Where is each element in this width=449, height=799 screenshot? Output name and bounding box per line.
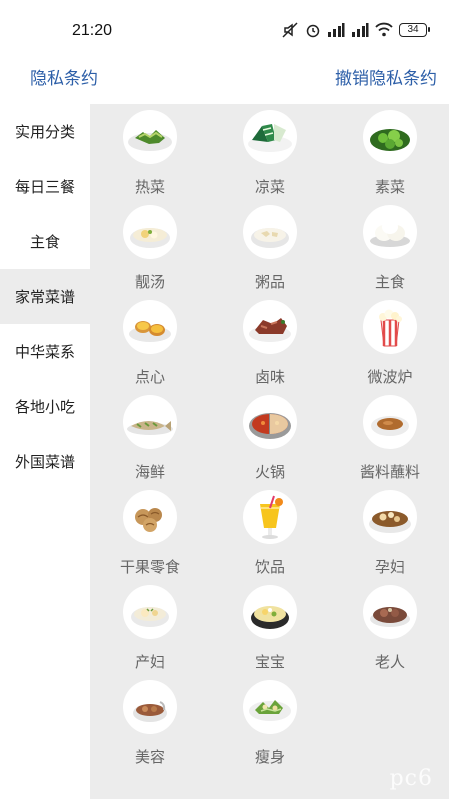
category-label: 粥品 <box>254 274 285 291</box>
category-label: 老人 <box>374 654 405 671</box>
category-item[interactable]: 点心 <box>90 300 210 395</box>
category-label: 靓汤 <box>134 274 165 291</box>
braised-meat-icon <box>243 300 297 354</box>
category-item[interactable]: 海鲜 <box>90 395 210 490</box>
category-label: 宝宝 <box>254 654 285 671</box>
sidebar-item-practical[interactable]: 实用分类 <box>0 104 90 159</box>
pregnancy-meal-icon <box>363 490 417 544</box>
stir-fry-dish-icon <box>123 110 177 164</box>
category-label: 海鲜 <box>134 464 165 481</box>
drink-icon <box>243 490 297 544</box>
top-bar: 隐私条约 撤销隐私条约 <box>0 58 449 104</box>
sidebar-item-foreign-recipes[interactable]: 外国菜谱 <box>0 434 90 489</box>
category-item[interactable]: 宝宝 <box>210 585 330 680</box>
category-item[interactable]: 主食 <box>330 205 449 300</box>
category-item[interactable]: 老人 <box>330 585 449 680</box>
vegetable-dish-icon <box>363 110 417 164</box>
popcorn-icon <box>363 300 417 354</box>
category-label: 点心 <box>134 369 165 386</box>
category-item[interactable]: 产妇 <box>90 585 210 680</box>
sidebar-item-label: 中华菜系 <box>14 344 75 361</box>
category-label: 美容 <box>134 749 165 766</box>
category-label: 产妇 <box>134 654 165 671</box>
egg-tart-icon <box>123 300 177 354</box>
sidebar-item-label: 各地小吃 <box>14 399 75 416</box>
category-label: 卤味 <box>254 369 285 386</box>
revoke-privacy-policy-link[interactable]: 撤销隐私条约 <box>335 64 437 89</box>
category-item[interactable]: 粥品 <box>210 205 330 300</box>
sidebar-item-label: 主食 <box>29 234 60 251</box>
category-label: 酱料蘸料 <box>359 464 420 481</box>
category-item[interactable]: 美容 <box>90 680 210 775</box>
category-item[interactable]: 靓汤 <box>90 205 210 300</box>
category-label: 饮品 <box>254 559 285 576</box>
category-grid-panel: 热菜 凉菜 素菜靓汤 粥品 主食点心 卤味 微波炉海鲜 火锅 酱料蘸料干果零食 饮品 孕妇产妇 宝宝 老… <box>90 104 449 799</box>
cold-dish-icon <box>243 110 297 164</box>
category-item[interactable]: 卤味 <box>210 300 330 395</box>
mute-icon <box>281 21 299 39</box>
category-item[interactable]: 干果零食 <box>90 490 210 585</box>
sidebar-item-staple[interactable]: 主食 <box>0 214 90 269</box>
sidebar-item-label: 每日三餐 <box>14 179 75 196</box>
signal-icon-2 <box>351 22 369 38</box>
sidebar-item-chinese-cuisine[interactable]: 中华菜系 <box>0 324 90 379</box>
sidebar-item-label: 实用分类 <box>14 124 75 141</box>
baby-food-icon <box>243 585 297 639</box>
signal-icon-1 <box>327 22 345 38</box>
category-item[interactable]: 凉菜 <box>210 110 330 205</box>
category-item[interactable]: 热菜 <box>90 110 210 205</box>
category-label: 孕妇 <box>374 559 405 576</box>
category-label: 火锅 <box>254 464 285 481</box>
category-label: 主食 <box>374 274 405 291</box>
sidebar-item-label: 外国菜谱 <box>14 454 75 471</box>
category-label: 热菜 <box>134 179 165 196</box>
category-item[interactable]: 微波炉 <box>330 300 449 395</box>
category-label: 瘦身 <box>254 749 285 766</box>
elderly-meal-icon <box>363 585 417 639</box>
watermark: pc6 <box>389 766 433 791</box>
status-icons: 34 <box>281 20 430 40</box>
sauce-icon <box>363 395 417 449</box>
category-item[interactable]: 饮品 <box>210 490 330 585</box>
sidebar-item-daily-meals[interactable]: 每日三餐 <box>0 159 90 214</box>
battery-icon: 34 <box>399 23 430 37</box>
category-item[interactable]: 孕妇 <box>330 490 449 585</box>
hotpot-icon <box>243 395 297 449</box>
category-label: 微波炉 <box>367 369 413 386</box>
category-label: 素菜 <box>374 179 405 196</box>
slimming-salad-icon <box>243 680 297 734</box>
privacy-policy-link[interactable]: 隐私条约 <box>30 64 98 89</box>
sidebar-item-label: 家常菜谱 <box>14 289 75 306</box>
category-item[interactable]: 酱料蘸料 <box>330 395 449 490</box>
category-item[interactable]: 火锅 <box>210 395 330 490</box>
category-label: 凉菜 <box>254 179 285 196</box>
sidebar-item-local-snacks[interactable]: 各地小吃 <box>0 379 90 434</box>
fish-icon <box>123 395 177 449</box>
walnut-icon <box>123 490 177 544</box>
sidebar-item-home-cooking[interactable]: 家常菜谱 <box>0 269 90 324</box>
category-sidebar: 实用分类 每日三餐 主食 家常菜谱 中华菜系 各地小吃 外国菜谱 <box>0 104 90 799</box>
wifi-icon <box>375 22 393 38</box>
postpartum-soup-icon <box>123 585 177 639</box>
soup-icon <box>123 205 177 259</box>
category-item[interactable]: 素菜 <box>330 110 449 205</box>
alarm-icon <box>305 22 321 38</box>
status-bar: 21:20 34 <box>0 0 449 58</box>
congee-icon <box>243 205 297 259</box>
beauty-soup-icon <box>123 680 177 734</box>
steamed-bun-icon <box>363 205 417 259</box>
category-item[interactable]: 瘦身 <box>210 680 330 775</box>
category-label: 干果零食 <box>119 559 180 576</box>
status-time: 21:20 <box>72 22 113 39</box>
